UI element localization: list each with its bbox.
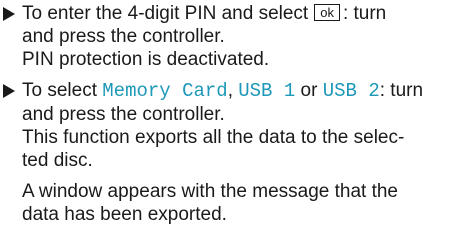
step-result-line-1: This function exports all the data to th… (22, 127, 405, 148)
step-text-line-2: and press the controller. (22, 104, 225, 125)
step-text: To enter the 4-digit PIN and select (22, 3, 309, 24)
step-text-line-2: and press the controller. (22, 26, 225, 47)
instruction-step-select-export: To select Memory Card, USB 1 or USB 2: t… (0, 79, 423, 226)
step-note-line-1: A window appears with the message that t… (22, 181, 399, 202)
separator: , (227, 80, 233, 101)
step-text-line: To select Memory Card, USB 1 or USB 2: t… (22, 79, 423, 103)
option-usb-2: USB 2 (322, 80, 380, 102)
step-text: To select (22, 80, 103, 101)
bullet-arrow-icon (3, 84, 15, 98)
step-text: : turn (342, 3, 387, 24)
separator: or (295, 80, 323, 101)
option-memory-card: Memory Card (102, 80, 228, 102)
instruction-step-enter-pin: To enter the 4-digit PIN and select ok: t… (0, 2, 386, 71)
step-result-line-2: ted disc. (22, 150, 93, 171)
option-usb-1: USB 1 (238, 80, 296, 102)
step-text: : turn (379, 80, 424, 101)
ok-button-symbol: ok (314, 4, 340, 21)
instruction-page: To enter the 4-digit PIN and select ok: t… (0, 0, 471, 243)
bullet-arrow-icon (3, 7, 15, 21)
step-result: PIN protection is deactivated. (22, 49, 270, 70)
step-note-line-2: data has been exported. (22, 204, 227, 225)
step-text-line: To enter the 4-digit PIN and select ok: t… (22, 2, 386, 25)
